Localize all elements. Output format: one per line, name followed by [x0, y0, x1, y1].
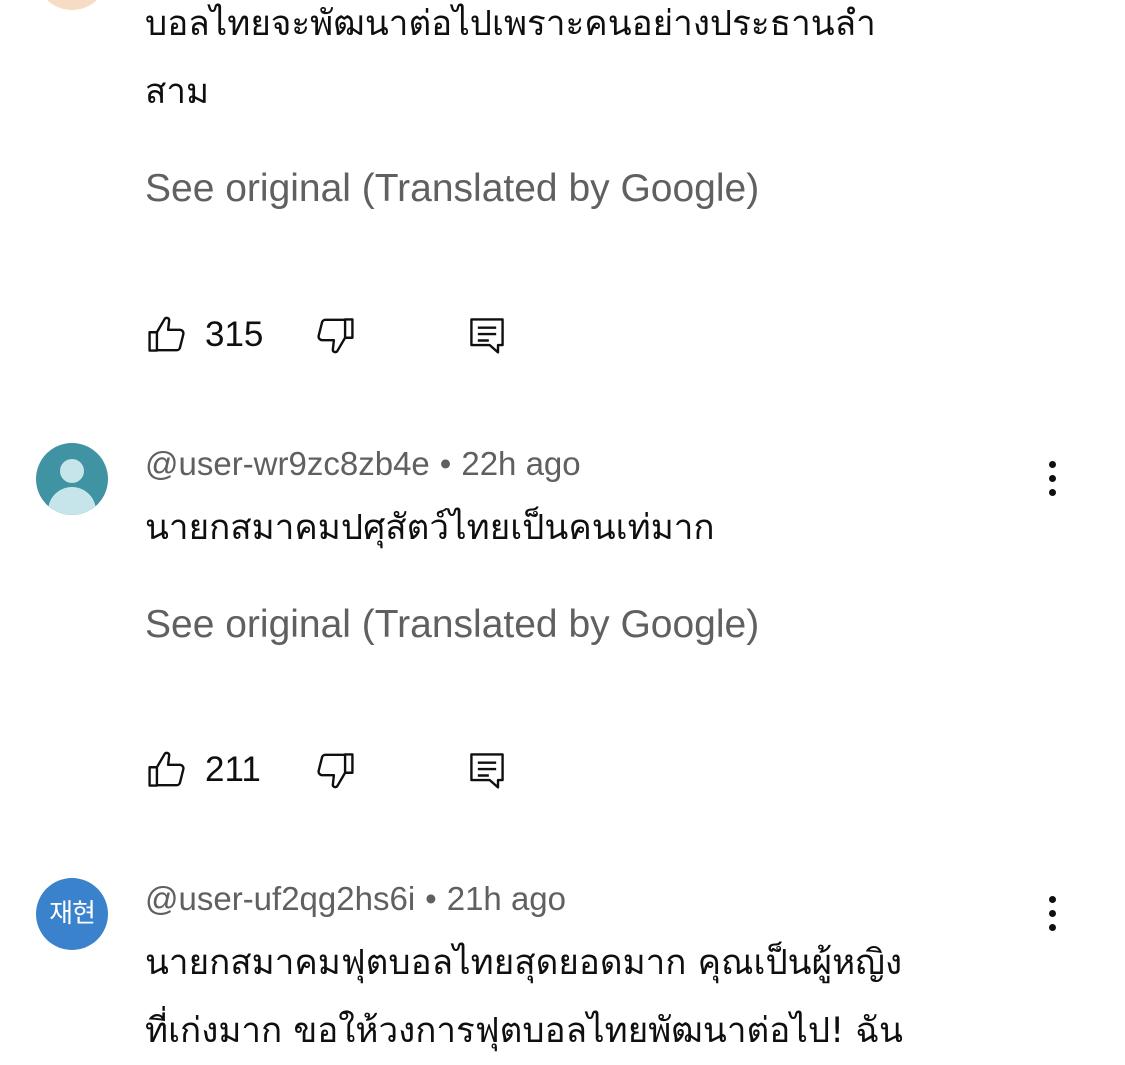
comment-text: บอลไทยจะพัฒนาต่อไปเพราะคนอย่างประธานลำ ส… [145, 0, 1045, 126]
like-count: 211 [205, 750, 261, 789]
see-original-link[interactable]: See original (Translated by Google) [145, 602, 759, 648]
header-separator: • [439, 445, 452, 482]
comment-text-line: บอลไทยจะพัฒนาต่อไปเพราะคนอย่างประธานลำ [145, 4, 876, 44]
thumbs-down-icon[interactable] [313, 748, 357, 792]
comment-text-line: สาม [145, 72, 210, 112]
avatar[interactable] [36, 443, 108, 515]
thumbs-up-icon[interactable] [145, 748, 189, 792]
thumbs-down-icon[interactable] [313, 313, 357, 357]
more-vertical-icon-dot [1049, 489, 1056, 496]
comment-header: @user-uf2qg2hs6i • 21h ago [145, 879, 566, 919]
avatar-body [48, 487, 96, 515]
more-vertical-icon [1049, 896, 1056, 903]
comment-text-line: นายกสมาคมฟุตบอลไทยสุดยอดมาก คุณเป็นผู้หญ… [145, 943, 903, 983]
comment-text: นายกสมาคมปศุสัตว์ไทยเป็นคนเท่มาก [145, 494, 1045, 562]
more-vertical-icon-dot [1049, 910, 1056, 917]
comment-text-line: ที่เก่งมาก ขอให้วงการฟุตบอลไทยพัฒนาต่อไป… [145, 1011, 903, 1051]
avatar[interactable] [36, 0, 108, 10]
comment-author[interactable]: @user-wr9zc8zb4e [145, 445, 430, 482]
comment-text-line: นายกสมาคมปศุสัตว์ไทยเป็นคนเท่มาก [145, 508, 715, 548]
more-vertical-icon [1049, 461, 1056, 468]
reply-comment-icon[interactable] [465, 313, 509, 357]
like-count: 315 [205, 315, 264, 354]
comment-text: นายกสมาคมฟุตบอลไทยสุดยอดมาก คุณเป็นผู้หญ… [145, 929, 1045, 1065]
more-options-button[interactable] [1036, 894, 1070, 934]
comment-time: 21h ago [446, 880, 567, 917]
reply-comment-icon[interactable] [465, 748, 509, 792]
more-vertical-icon-dot [1049, 924, 1056, 931]
comment-time: 22h ago [461, 445, 581, 482]
header-separator: • [425, 880, 437, 917]
thumbs-up-icon[interactable] [145, 313, 189, 357]
avatar[interactable]: 재현 [36, 878, 108, 950]
more-options-button[interactable] [1036, 459, 1070, 499]
more-vertical-icon-dot [1049, 475, 1056, 482]
comment-actions: 315 [145, 313, 545, 359]
comment-header: @user-wr9zc8zb4e • 22h ago [145, 444, 581, 484]
see-original-link[interactable]: See original (Translated by Google) [145, 166, 759, 212]
comment-author[interactable]: @user-uf2qg2hs6i [145, 880, 415, 917]
comment-actions: 211 [145, 748, 545, 794]
avatar-head [60, 459, 84, 483]
